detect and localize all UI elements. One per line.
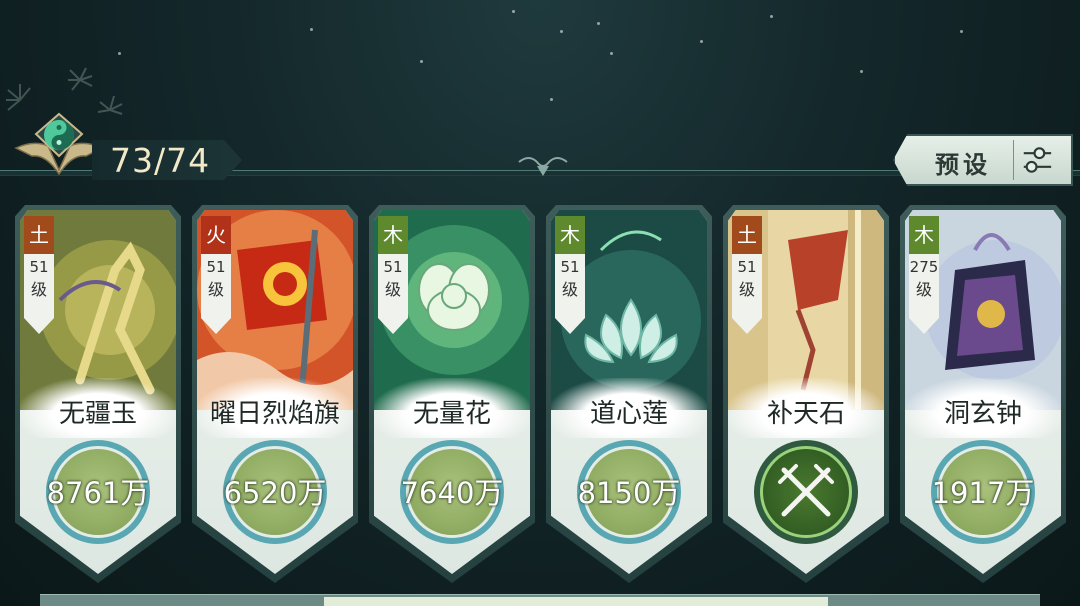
- sliders-icon: [1013, 140, 1052, 180]
- treasure-name: 道心莲: [589, 399, 668, 429]
- element-badge: 木: [378, 216, 408, 254]
- card-body: 木 51 级 无量花 7640万: [374, 210, 530, 574]
- treasure-card[interactable]: 火 51 级 曜日烈焰旗 6520万: [192, 205, 358, 583]
- element-badge: 土: [24, 216, 54, 254]
- yin-yang-icon: [14, 112, 104, 176]
- preset-button[interactable]: 预设: [893, 134, 1073, 186]
- treasure-name: 洞玄钟: [943, 399, 1022, 429]
- power-value: 6520万: [223, 476, 327, 510]
- level-badge: 51 级: [378, 254, 408, 334]
- treasure-card-list: 土 51 级 无疆玉 8761万 火 51 级 曜日烈焰旗 6520万 木 51…: [0, 205, 1080, 585]
- level-badge: 51 级: [732, 254, 762, 334]
- card-body: 火 51 级 曜日烈焰旗 6520万: [197, 210, 353, 574]
- treasure-name: 无量花: [412, 399, 491, 429]
- treasure-card[interactable]: 木 275 级 洞玄钟 1917万: [900, 205, 1066, 583]
- level-badge: 275 级: [909, 254, 939, 334]
- collection-count: 73/74: [110, 141, 211, 180]
- level-badge: 51 级: [201, 254, 231, 334]
- element-badge: 火: [201, 216, 231, 254]
- card-body: 土 51 级 无疆玉 8761万: [20, 210, 176, 574]
- level-badge: 51 级: [555, 254, 585, 334]
- card-body: 木 275 级 洞玄钟 1917万: [905, 210, 1061, 574]
- element-badge: 土: [732, 216, 762, 254]
- element-badge: 木: [555, 216, 585, 254]
- treasure-card[interactable]: 土 51 级 补天石: [723, 205, 889, 583]
- card-body: 土 51 级 补天石: [728, 210, 884, 574]
- treasure-card[interactable]: 木 51 级 道心莲 8150万: [546, 205, 712, 583]
- power-value: 7640万: [400, 476, 504, 510]
- crossed-swords-icon: [778, 464, 834, 517]
- element-badge: 木: [909, 216, 939, 254]
- ornament-icon: [518, 157, 568, 176]
- power-value: 8150万: [577, 476, 681, 510]
- treasure-name: 补天石: [766, 399, 845, 429]
- treasure-card[interactable]: 土 51 级 无疆玉 8761万: [15, 205, 181, 583]
- preset-label: 预设: [935, 151, 991, 179]
- power-value: 8761万: [46, 476, 150, 510]
- treasure-name: 曜日烈焰旗: [209, 399, 340, 429]
- treasure-card[interactable]: 木 51 级 无量花 7640万: [369, 205, 535, 583]
- bottom-scrollbar-thumb[interactable]: [324, 597, 828, 606]
- card-body: 木 51 级 道心莲 8150万: [551, 210, 707, 574]
- level-badge: 51 级: [24, 254, 54, 334]
- treasure-name: 无疆玉: [58, 399, 137, 429]
- power-value: 1917万: [931, 476, 1035, 510]
